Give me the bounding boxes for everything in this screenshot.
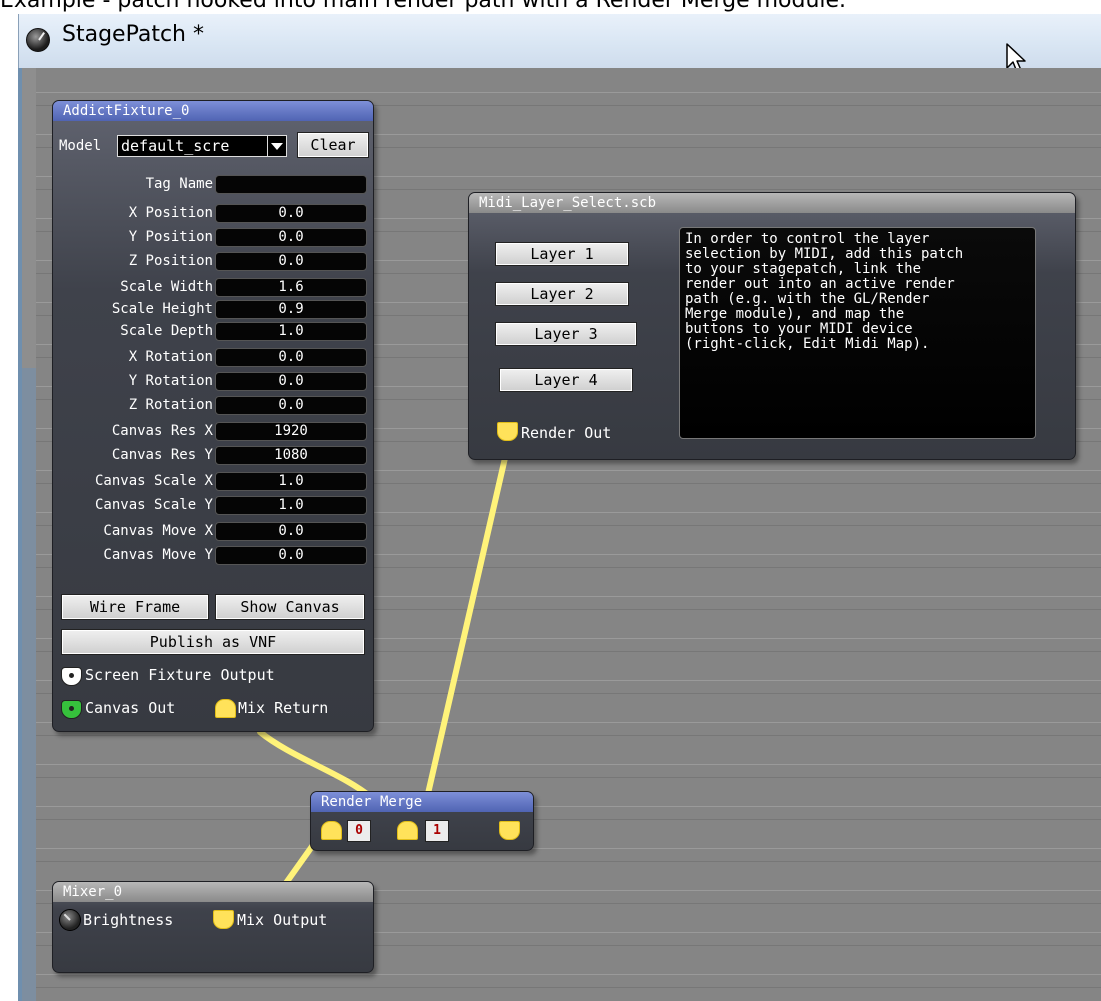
model-dropdown[interactable]: default_scre bbox=[117, 135, 287, 157]
field-value[interactable]: 1.0 bbox=[215, 322, 367, 341]
screen-output-port-icon[interactable] bbox=[61, 667, 82, 686]
tag-name-label: Tag Name bbox=[145, 176, 213, 192]
render-merge-module[interactable]: Render Merge 0 1 bbox=[310, 791, 534, 851]
render-out-label: Render Out bbox=[521, 424, 612, 442]
field-value[interactable]: 0.9 bbox=[215, 300, 367, 319]
merge-input-1-port-icon[interactable] bbox=[397, 821, 418, 840]
field-label: Canvas Move Y bbox=[103, 547, 213, 563]
midi-module-title[interactable]: Midi_Layer_Select.scb bbox=[469, 193, 1075, 213]
mix-output-port-icon[interactable] bbox=[213, 910, 234, 929]
mix-return-port-icon[interactable] bbox=[215, 699, 236, 718]
field-value[interactable]: 1.0 bbox=[215, 496, 367, 515]
field-label: Canvas Res Y bbox=[111, 447, 213, 463]
field-label: Scale Depth bbox=[120, 323, 213, 339]
field-value[interactable]: 0.0 bbox=[215, 204, 367, 223]
render-out-port-icon[interactable] bbox=[497, 422, 518, 441]
field-label: Canvas Scale Y bbox=[94, 497, 213, 513]
field-value[interactable]: 0.0 bbox=[215, 396, 367, 415]
merge-input-0-port-icon[interactable] bbox=[321, 821, 342, 840]
mix-output-label: Mix Output bbox=[237, 911, 328, 929]
field-label: X Rotation bbox=[128, 349, 213, 365]
layer-3-button[interactable]: Layer 3 bbox=[495, 322, 637, 346]
mix-return-label: Mix Return bbox=[238, 699, 329, 717]
mixer-title[interactable]: Mixer_0 bbox=[53, 882, 373, 902]
merge-input-0-index: 0 bbox=[347, 820, 371, 842]
fixture-module[interactable]: AddictFixture_0 Model default_scre Clear… bbox=[52, 100, 374, 732]
field-label: Z Position bbox=[128, 253, 213, 269]
screen-output-label: Screen Fixture Output bbox=[85, 666, 275, 684]
field-label: Y Position bbox=[128, 229, 213, 245]
tag-name-field[interactable] bbox=[215, 175, 367, 194]
field-label: Scale Width bbox=[120, 279, 213, 295]
mixer-module[interactable]: Mixer_0 Brightness Mix Output bbox=[52, 881, 374, 973]
patch-canvas[interactable]: AddictFixture_0 Model default_scre Clear… bbox=[22, 68, 1101, 1001]
brightness-knob-icon[interactable] bbox=[59, 909, 81, 931]
field-value[interactable]: 0.0 bbox=[215, 348, 367, 367]
midi-description: In order to control the layer selection … bbox=[679, 227, 1036, 439]
field-value[interactable]: 0.0 bbox=[215, 252, 367, 271]
field-value[interactable]: 0.0 bbox=[215, 372, 367, 391]
merge-input-1-index: 1 bbox=[425, 820, 449, 842]
wire-fixture-to-merge bbox=[257, 729, 375, 801]
app-icon bbox=[26, 28, 50, 52]
render-merge-title[interactable]: Render Merge bbox=[311, 792, 533, 812]
layer-1-button[interactable]: Layer 1 bbox=[495, 242, 629, 266]
midi-layer-module[interactable]: Midi_Layer_Select.scb Layer 1 Layer 2 La… bbox=[468, 192, 1076, 460]
field-label: Scale Height bbox=[111, 301, 213, 317]
field-label: X Position bbox=[128, 205, 213, 221]
layer-4-button[interactable]: Layer 4 bbox=[499, 368, 633, 392]
window-title: StagePatch * bbox=[62, 22, 204, 47]
field-label: Canvas Res X bbox=[111, 423, 213, 439]
model-dropdown-value: default_scre bbox=[121, 137, 230, 155]
wire-midi-to-merge bbox=[424, 455, 508, 801]
chevron-down-icon[interactable] bbox=[267, 136, 286, 156]
field-value[interactable]: 0.0 bbox=[215, 546, 367, 565]
canvas-out-label: Canvas Out bbox=[85, 699, 176, 717]
fixture-module-title[interactable]: AddictFixture_0 bbox=[53, 101, 373, 121]
wire-frame-button[interactable]: Wire Frame bbox=[61, 594, 209, 620]
publish-vnf-button[interactable]: Publish as VNF bbox=[61, 629, 365, 655]
field-label: Canvas Scale X bbox=[94, 473, 213, 489]
field-label: Z Rotation bbox=[128, 397, 213, 413]
field-value[interactable]: 0.0 bbox=[215, 522, 367, 541]
caption: Example - patch hooked into main render … bbox=[0, 0, 847, 13]
field-label: Canvas Move X bbox=[103, 523, 213, 539]
field-value[interactable]: 1920 bbox=[215, 422, 367, 441]
field-value[interactable]: 1.0 bbox=[215, 472, 367, 491]
clear-button[interactable]: Clear bbox=[297, 132, 369, 158]
field-label: Y Rotation bbox=[128, 373, 213, 389]
field-value[interactable]: 1.6 bbox=[215, 278, 367, 297]
brightness-label: Brightness bbox=[83, 911, 174, 929]
show-canvas-button[interactable]: Show Canvas bbox=[215, 594, 365, 620]
field-value[interactable]: 1080 bbox=[215, 446, 367, 465]
merge-output-port-icon[interactable] bbox=[499, 821, 520, 840]
canvas-out-port-icon[interactable] bbox=[61, 700, 82, 719]
layer-2-button[interactable]: Layer 2 bbox=[495, 282, 629, 306]
field-value[interactable]: 0.0 bbox=[215, 228, 367, 247]
model-label: Model bbox=[59, 138, 102, 154]
